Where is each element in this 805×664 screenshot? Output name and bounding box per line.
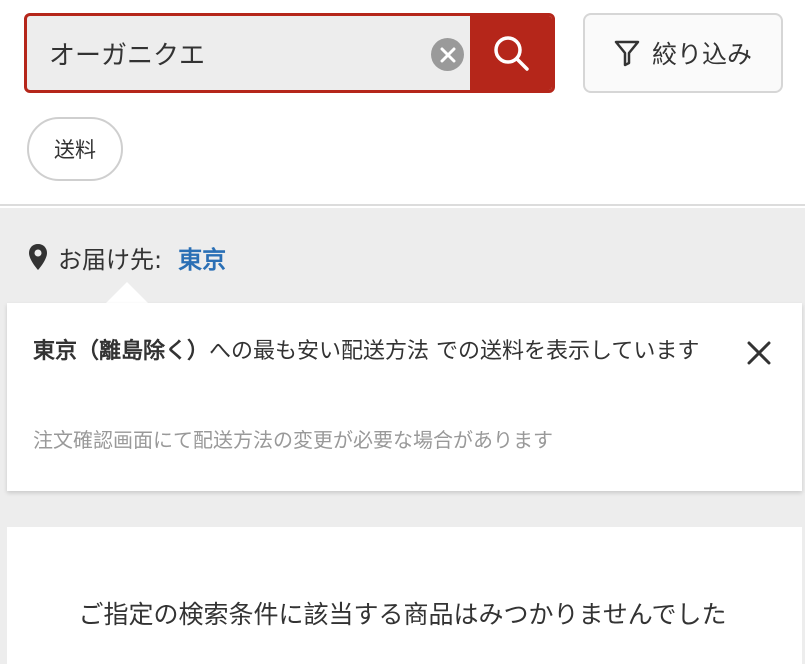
- search-box: [24, 13, 555, 93]
- filter-label: 絞り込み: [651, 40, 752, 69]
- search-icon: [494, 36, 529, 71]
- location-pin-icon: [29, 244, 47, 270]
- search-header: 絞り込み 送料: [0, 0, 805, 206]
- clear-circle-icon: [440, 47, 455, 62]
- popover-close-button[interactable]: [742, 336, 776, 370]
- chip-shipping[interactable]: 送料: [27, 117, 123, 181]
- clear-search-button[interactable]: [431, 38, 464, 71]
- popover-region: 東京（離島除く）: [33, 339, 210, 364]
- search-input[interactable]: [27, 16, 473, 90]
- popover-message-text: への最も安い配送方法 での送料を表示しています: [209, 339, 700, 364]
- delivery-label: お届け先:: [58, 245, 163, 274]
- delivery-destination: お届け先: 東京: [28, 240, 226, 274]
- filter-funnel-icon: [614, 40, 640, 67]
- close-icon: [747, 341, 771, 365]
- popover-message: 東京（離島除く）への最も安い配送方法 での送料を表示しています: [33, 334, 723, 370]
- no-results-message: ご指定の検索条件に該当する商品はみつかりませんでした: [78, 600, 727, 629]
- filter-button[interactable]: 絞り込み: [583, 13, 783, 93]
- shipping-info-popover: [7, 303, 802, 491]
- chip-label: 送料: [54, 138, 96, 162]
- delivery-city-link[interactable]: 東京: [178, 240, 226, 275]
- popover-arrow: [105, 282, 149, 304]
- search-button[interactable]: [470, 16, 552, 90]
- popover-note: 注文確認画面にて配送方法の変更が必要な場合があります: [33, 428, 553, 452]
